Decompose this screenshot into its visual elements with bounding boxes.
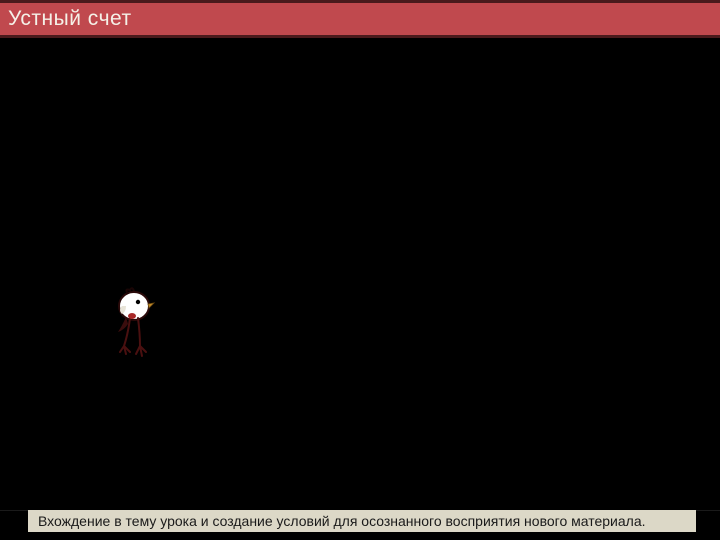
slide-header: Устный счет — [0, 0, 720, 38]
slide-body — [0, 38, 720, 510]
footer-caption-strip: Вхождение в тему урока и создание услови… — [28, 510, 696, 532]
slide-title: Устный счет — [8, 7, 132, 31]
cartoon-character-icon — [104, 284, 164, 362]
footer-caption-text: Вхождение в тему урока и создание услови… — [38, 513, 646, 529]
slide-footer: Вхождение в тему урока и создание услови… — [0, 510, 720, 540]
